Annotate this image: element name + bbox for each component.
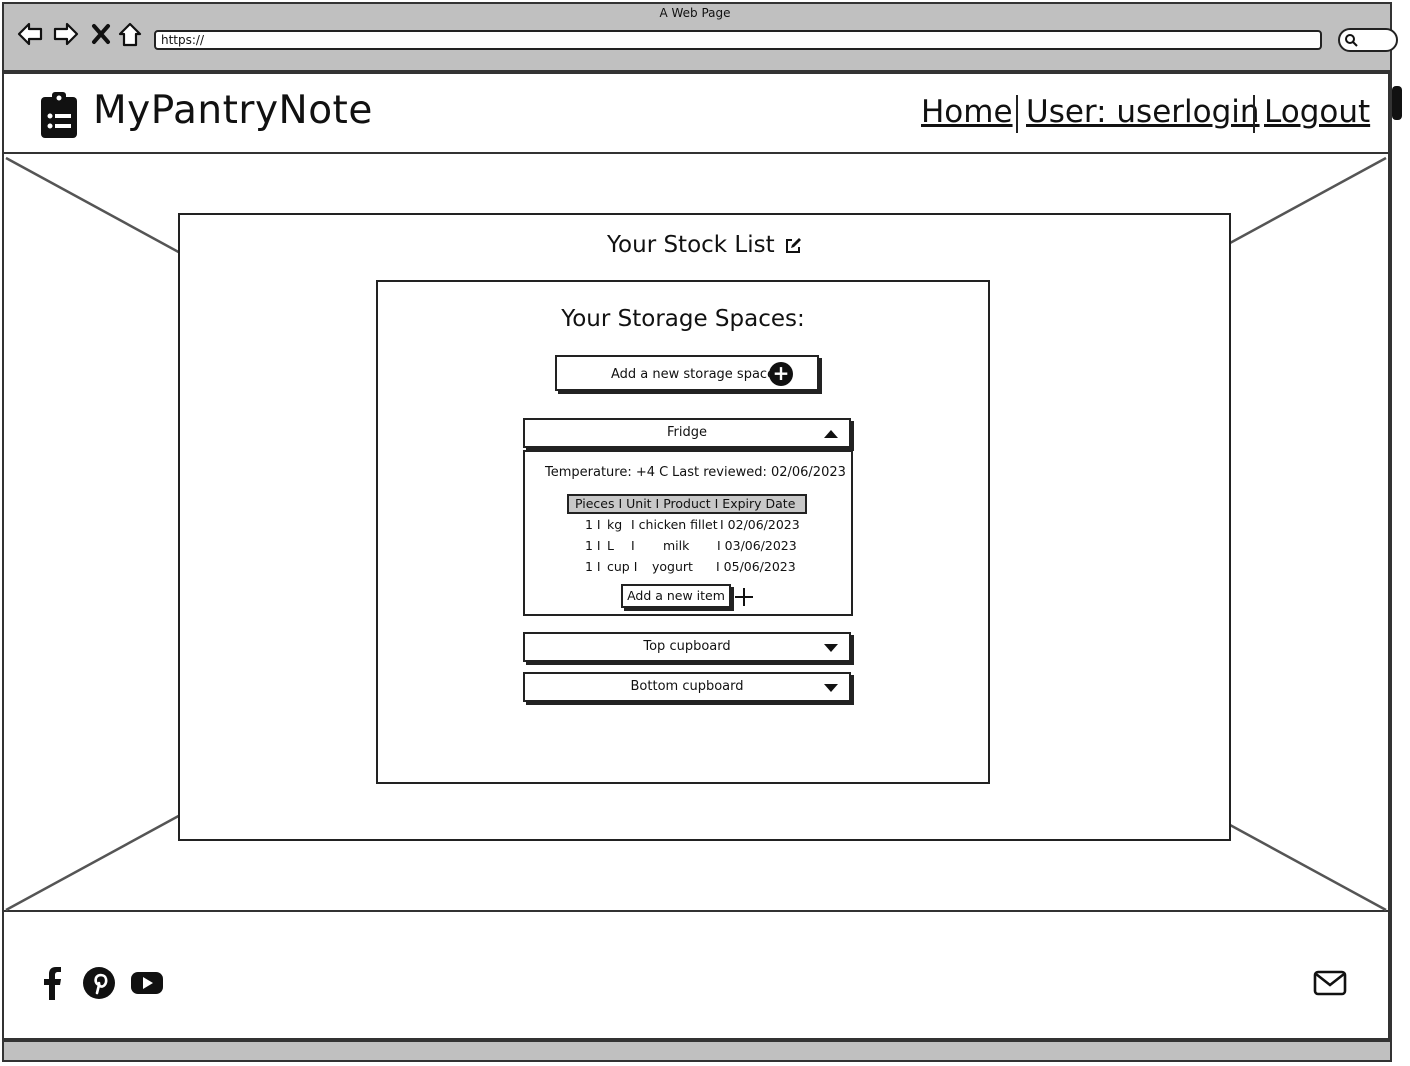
- window-title: A Web Page: [659, 6, 731, 20]
- table-row-expiry: I 03/06/2023: [717, 538, 797, 553]
- page-title: Your Stock List: [178, 232, 1231, 258]
- table-row-product[interactable]: milk: [663, 538, 689, 553]
- address-bar[interactable]: https://: [154, 30, 1322, 50]
- storage-name: Fridge: [667, 425, 707, 440]
- storage-header-bottom-cupboard[interactable]: Bottom cupboard: [523, 672, 851, 702]
- status-bar: [2, 1040, 1392, 1062]
- back-icon[interactable]: [16, 20, 44, 48]
- table-row-pieces: 1 I: [585, 559, 601, 574]
- table-row-product[interactable]: I chicken fillet: [631, 517, 718, 532]
- table-row-expiry: I 02/06/2023: [720, 517, 800, 532]
- search-icon: [1345, 34, 1358, 47]
- table-row-unit: L: [607, 538, 614, 553]
- nav-divider: [1253, 95, 1255, 133]
- add-storage-button[interactable]: Add a new storage space! +: [555, 355, 819, 391]
- site-footer: [4, 914, 1388, 1038]
- table-row-unit: kg: [607, 517, 623, 532]
- pinterest-icon[interactable]: [82, 966, 116, 1000]
- add-storage-label: Add a new storage space!: [611, 367, 781, 382]
- clipboard-list-icon: [41, 92, 77, 138]
- stock-title-text: Your Stock List: [607, 232, 775, 258]
- table-row-pieces: 1 I: [585, 517, 601, 532]
- caret-down-icon: [824, 684, 838, 692]
- stop-icon[interactable]: [88, 20, 116, 48]
- nav-home-link[interactable]: Home: [921, 94, 1013, 130]
- storage-last-reviewed: Last reviewed: 02/06/2023: [672, 465, 846, 480]
- scrollbar-thumb[interactable]: [1392, 86, 1402, 120]
- nav-divider: [1016, 95, 1018, 133]
- envelope-icon[interactable]: [1313, 966, 1347, 1000]
- caret-up-icon: [824, 430, 838, 438]
- nav-user-link[interactable]: User: userlogin: [1026, 94, 1260, 130]
- caret-down-icon: [824, 644, 838, 652]
- table-row-expiry: I 05/06/2023: [716, 559, 796, 574]
- table-row-unit: cup I: [607, 559, 638, 574]
- add-item-button[interactable]: Add a new item: [621, 584, 731, 608]
- storage-spaces-heading: Your Storage Spaces:: [561, 306, 805, 332]
- storage-header-fridge[interactable]: Fridge: [523, 418, 851, 448]
- table-row-separator: I: [631, 538, 635, 553]
- storage-temperature: Temperature: +4 C: [545, 465, 669, 480]
- youtube-icon[interactable]: [130, 966, 164, 1000]
- forward-icon[interactable]: [52, 20, 80, 48]
- brand-name[interactable]: MyPantryNote: [93, 88, 373, 133]
- browser-search[interactable]: [1338, 28, 1398, 52]
- table-row-pieces: 1 I: [585, 538, 601, 553]
- plus-icon[interactable]: [733, 586, 755, 608]
- storage-name: Top cupboard: [643, 639, 731, 654]
- storage-name: Bottom cupboard: [630, 679, 744, 694]
- table-row-product[interactable]: yogurt: [652, 559, 693, 574]
- home-icon[interactable]: [116, 20, 144, 48]
- items-table-header: Pieces I Unit I Product I Expiry Date: [567, 494, 807, 514]
- vertical-scrollbar[interactable]: [1390, 72, 1406, 1062]
- facebook-icon[interactable]: [36, 966, 70, 1000]
- nav-logout-link[interactable]: Logout: [1264, 94, 1370, 130]
- edit-icon[interactable]: [784, 237, 802, 255]
- storage-header-top-cupboard[interactable]: Top cupboard: [523, 632, 851, 662]
- plus-circle-icon: +: [769, 362, 793, 386]
